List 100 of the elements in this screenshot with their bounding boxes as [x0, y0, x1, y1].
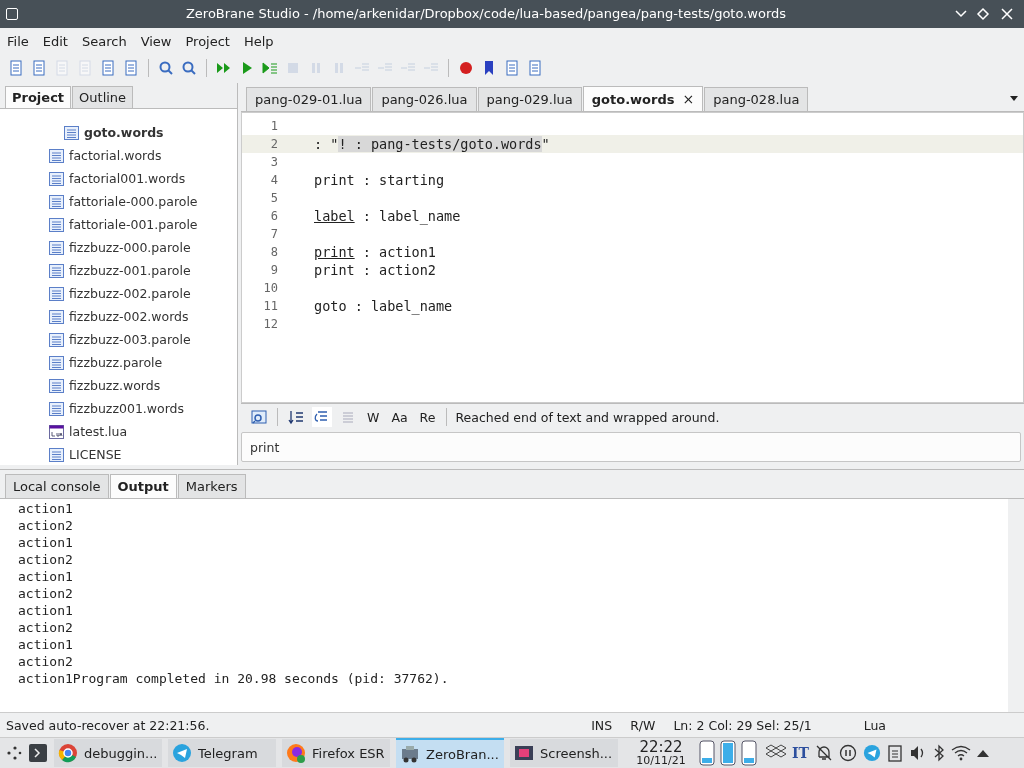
notifications-off-icon[interactable]: [814, 744, 833, 762]
file-tree-item[interactable]: fattoriale-001.parole: [69, 217, 198, 233]
pause-icon[interactable]: [838, 744, 857, 762]
cursor-position: Ln: 2 Col: 29 Sel: 25/1: [673, 717, 812, 733]
taskbar-button[interactable]: Screensh...: [510, 739, 618, 767]
line-number: 9: [269, 263, 278, 278]
file-tree-item[interactable]: fizzbuzz.parole: [69, 355, 163, 371]
file-tree-item[interactable]: fizzbuzz-000.parole: [69, 240, 191, 256]
editor-tab[interactable]: pang-028.lua: [704, 87, 809, 112]
access-mode-indicator: R/W: [630, 717, 656, 733]
text-file-icon: [49, 171, 64, 186]
language-indicator: Lua: [863, 717, 886, 733]
file-tree-item[interactable]: latest.lua: [69, 424, 128, 440]
status-message: Saved auto-recover at 22:21:56.: [6, 717, 211, 733]
file-tree-item[interactable]: fizzbuzz-003.parole: [69, 332, 191, 348]
editor-tab[interactable]: pang-026.lua: [372, 87, 477, 112]
text-file-icon: [49, 332, 64, 347]
text-file-icon: [49, 263, 64, 278]
output-line: action1: [18, 535, 74, 553]
sidebar-tab[interactable]: Outline: [72, 86, 134, 109]
taskbar-button[interactable]: Telegram: [168, 739, 276, 767]
wifi-icon[interactable]: [950, 745, 971, 761]
file-tree-item[interactable]: fizzbuzz-001.parole: [69, 263, 191, 279]
search-option-toggle[interactable]: W: [364, 408, 383, 426]
output-line: action1: [18, 569, 74, 587]
menu-item[interactable]: View: [133, 34, 179, 50]
panel-tab[interactable]: Local console: [5, 474, 109, 499]
editor-tab[interactable]: goto.words ×: [582, 86, 704, 112]
taskbar-button[interactable]: Firefox ESR: [282, 739, 390, 767]
code-line: print : starting: [314, 172, 445, 189]
keyboard-layout-indicator[interactable]: IT: [792, 745, 809, 761]
editor-tab[interactable]: pang-029-01.lua: [246, 87, 372, 112]
output-line: action2: [18, 518, 74, 536]
menu-item[interactable]: Search: [74, 34, 134, 50]
wrap-icon[interactable]: [312, 407, 332, 428]
file-tree-item[interactable]: LICENSE: [69, 447, 122, 463]
clipboard-icon[interactable]: [886, 744, 903, 762]
panel-tab[interactable]: Markers: [177, 474, 246, 499]
paper-plane-icon: [172, 743, 192, 763]
search-icon[interactable]: [181, 60, 197, 77]
search-status-text: Reached end of text and wrapped around.: [455, 409, 720, 425]
launcher-icon[interactable]: [6, 745, 22, 761]
text-file-icon: [49, 378, 64, 393]
dropdown-icon[interactable]: [1010, 96, 1018, 102]
play-icon[interactable]: [262, 60, 278, 77]
sidebar-tab[interactable]: Project: [5, 86, 72, 109]
line-number: 12: [262, 317, 278, 332]
screen-icon: [514, 743, 534, 763]
menu-item[interactable]: Edit: [35, 34, 75, 50]
taskbar-button[interactable]: ZeroBran...: [396, 738, 504, 768]
menu-item[interactable]: Project: [178, 34, 237, 50]
file-tree-item[interactable]: fizzbuzz-002.parole: [69, 286, 191, 302]
code-line: : "! : pang-tests/goto.words": [314, 136, 550, 153]
code-line: print : action1: [314, 244, 436, 261]
text-file-icon: [49, 194, 64, 209]
close-icon[interactable]: ×: [682, 91, 695, 108]
panel-tab[interactable]: Output: [109, 474, 177, 499]
terminal-icon[interactable]: [28, 743, 48, 763]
search-field[interactable]: print: [241, 432, 1021, 463]
line-number: 5: [269, 191, 278, 206]
clock-time[interactable]: 22:22: [639, 740, 683, 755]
text-file-icon: [49, 217, 64, 232]
clock-date[interactable]: 10/11/21: [636, 755, 686, 766]
line-number: 6: [269, 209, 278, 224]
file-tree-item[interactable]: fizzbuzz-002.words: [69, 309, 189, 325]
line-number: 4: [269, 173, 278, 188]
text-file-icon: [49, 286, 64, 301]
window-controls-icon[interactable]: [954, 6, 1014, 21]
search-option-toggle[interactable]: Aa: [388, 408, 411, 426]
editor-tab[interactable]: pang-029.lua: [477, 87, 582, 112]
search-icon[interactable]: [158, 60, 174, 77]
expand-tray-icon[interactable]: [976, 749, 989, 757]
text-file-icon: [49, 240, 64, 255]
line-number: 7: [269, 227, 278, 242]
file-tree-item[interactable]: fizzbuzz.words: [69, 378, 161, 394]
file-tree-item[interactable]: factorial.words: [69, 148, 162, 164]
file-tree-item[interactable]: fizzbuzz001.words: [69, 401, 185, 417]
text-file-icon: [49, 447, 64, 462]
text-file-icon: [49, 401, 64, 416]
file-tree-item[interactable]: goto.words: [84, 125, 164, 141]
window-title: ZeroBrane Studio - /home/arkenidar/Dropbox/code/lua-based/pangea/pang-tests/goto.words: [184, 6, 788, 22]
output-line: action2: [18, 654, 74, 672]
search-option-toggle[interactable]: Re: [416, 408, 439, 426]
file-tree-item[interactable]: fattoriale-000.parole: [69, 194, 198, 210]
telegram-icon[interactable]: [862, 744, 881, 762]
code-line: goto : label_name: [314, 298, 453, 315]
fox-browser-icon: [286, 743, 306, 763]
code-line: print : action2: [314, 262, 436, 279]
bluetooth-icon[interactable]: [932, 744, 945, 762]
file-tree-item[interactable]: factorial001.words: [69, 171, 186, 187]
menu-item[interactable]: File: [0, 34, 36, 50]
menu-item[interactable]: Help: [236, 34, 281, 50]
browser-icon: [58, 743, 78, 763]
taskbar-button[interactable]: debuggin...: [54, 739, 162, 767]
lua-file-icon: [49, 424, 64, 439]
text-file-icon: [49, 148, 64, 163]
breakpoint-icon[interactable]: [458, 60, 474, 77]
insert-mode-indicator: INS: [591, 717, 613, 733]
output-line: action2: [18, 620, 74, 638]
battery-icons[interactable]: [698, 740, 760, 766]
